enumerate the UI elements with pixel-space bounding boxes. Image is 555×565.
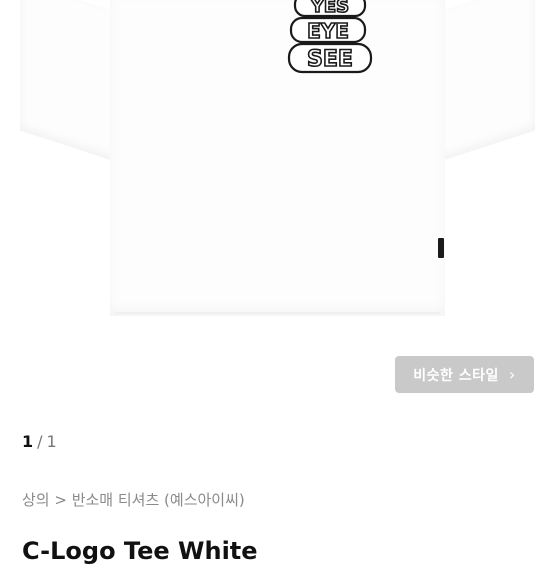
similar-style-button[interactable]: 비슷한 스타일 ›	[395, 356, 534, 393]
logo-word-yes: YES	[310, 0, 349, 17]
pagination-current: 1	[22, 432, 34, 451]
breadcrumb[interactable]: 상의 > 반소매 티셔츠 (예스아이씨)	[22, 489, 245, 510]
product-title: C-Logo Tee White	[22, 537, 258, 565]
logo-word-see: SEE	[307, 47, 353, 72]
product-image[interactable]: YES EYE SEE	[0, 0, 555, 340]
logo-word-eye: EYE	[307, 19, 349, 43]
tee-hem	[115, 312, 440, 314]
chevron-right-icon: ›	[508, 365, 516, 384]
image-pagination: 1 / 1	[22, 432, 57, 451]
pagination-separator: /	[37, 432, 43, 451]
tee-body	[110, 0, 445, 316]
brand-logo-graphic: YES EYE SEE	[287, 0, 373, 74]
side-label-tag	[438, 238, 444, 258]
pagination-total: 1	[46, 432, 57, 451]
similar-style-label: 비슷한 스타일	[413, 367, 499, 384]
